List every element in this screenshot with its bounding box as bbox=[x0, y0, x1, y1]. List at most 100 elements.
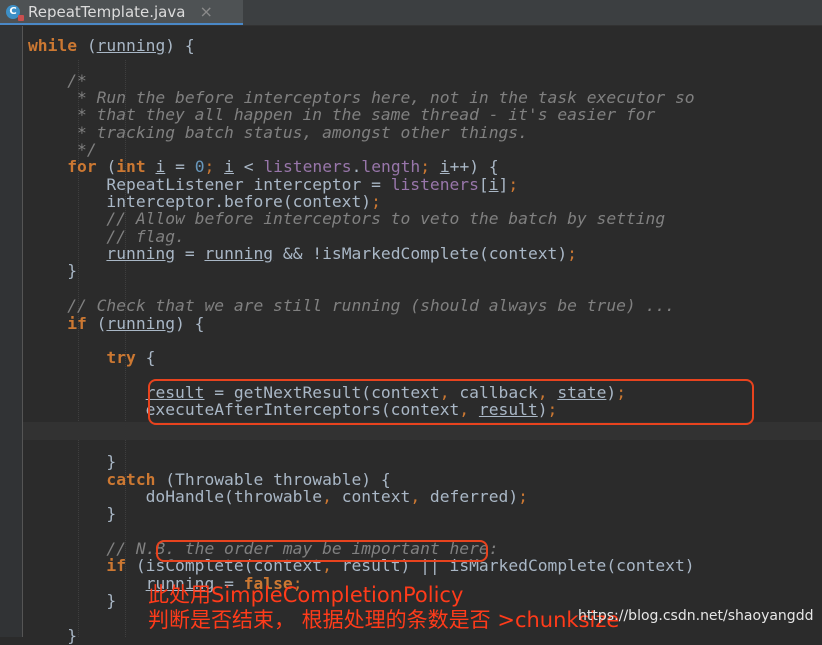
code-token: context bbox=[341, 486, 411, 506]
java-class-icon: C bbox=[6, 4, 24, 21]
code-token: running bbox=[204, 244, 274, 264]
code-token: * that they all happen in the same threa… bbox=[28, 105, 656, 125]
code-token: ) { bbox=[175, 313, 205, 333]
code-token: // flag. bbox=[28, 226, 185, 246]
code-token: listeners bbox=[390, 174, 479, 194]
tab-repeattemplate-java[interactable]: C RepeatTemplate.java × bbox=[0, 0, 243, 25]
code-token: // Check that we are still running (shou… bbox=[28, 296, 675, 316]
code-token: } bbox=[28, 591, 117, 610]
annotation-line-1: 此处用SimpleCompletionPolicy bbox=[148, 583, 464, 607]
annotation-text: 此处用SimpleCompletionPolicy 判断是否结束， 根据处理的条数… bbox=[148, 583, 619, 633]
code-token: */ bbox=[28, 140, 97, 160]
code-token: running bbox=[106, 244, 176, 264]
code-token: ; bbox=[420, 157, 440, 177]
code-token: RepeatListener interceptor = bbox=[28, 174, 391, 194]
code-line: if (running) { bbox=[28, 313, 695, 333]
code-token: , bbox=[410, 486, 430, 506]
code-token: ; bbox=[371, 192, 381, 212]
close-icon[interactable]: × bbox=[199, 2, 212, 21]
code-token: for bbox=[67, 157, 97, 177]
code-token: ; bbox=[567, 244, 577, 264]
code-token: ( bbox=[77, 36, 97, 55]
code-token: length bbox=[361, 157, 421, 177]
code-line: RepeatListener interceptor = listeners[i… bbox=[28, 176, 695, 193]
code-token: i bbox=[439, 157, 450, 177]
code-token: * tracking batch status, amongst other t… bbox=[28, 122, 528, 142]
code-token: } bbox=[28, 452, 117, 472]
code-token: ] bbox=[498, 174, 509, 194]
code-token: i bbox=[155, 157, 166, 177]
code-line: for (int i = 0; i < listeners.length; i+… bbox=[28, 158, 695, 175]
code-token: ++) { bbox=[449, 157, 499, 177]
code-token: running bbox=[96, 36, 166, 55]
code-token: listeners bbox=[263, 157, 352, 177]
code-token: = bbox=[175, 244, 205, 264]
code-token: } bbox=[28, 625, 78, 645]
code-token: [ bbox=[478, 174, 489, 194]
code-token: i bbox=[224, 157, 234, 177]
code-token: { bbox=[135, 348, 156, 368]
code-line: } bbox=[28, 505, 695, 522]
code-token: = bbox=[165, 157, 195, 177]
code-token: && !isMarkedComplete(context) bbox=[273, 244, 568, 264]
highlight-box-next-result bbox=[148, 379, 754, 425]
code-token: // Allow before interceptors to veto the… bbox=[28, 209, 666, 229]
code-line: } bbox=[28, 262, 695, 279]
code-token: . bbox=[351, 157, 362, 177]
code-token: ( bbox=[86, 313, 107, 333]
code-token: catch bbox=[106, 469, 156, 489]
code-token: ( bbox=[96, 157, 117, 177]
editor-gutter bbox=[0, 26, 23, 637]
code-line: * that they all happen in the same threa… bbox=[28, 106, 695, 123]
code-token: } bbox=[28, 504, 117, 524]
code-token: , bbox=[322, 486, 342, 506]
code-token: try bbox=[106, 348, 136, 368]
code-token: if bbox=[67, 313, 87, 333]
highlight-box-is-complete bbox=[156, 540, 488, 562]
code-line: */ bbox=[28, 141, 695, 158]
code-token: interceptor.before(context) bbox=[28, 192, 372, 212]
code-token: ) { bbox=[165, 36, 195, 55]
code-line: // Check that we are still running (shou… bbox=[28, 297, 695, 314]
code-line: ​ bbox=[28, 523, 695, 540]
code-token: < bbox=[233, 157, 264, 177]
code-line: interceptor.before(context); bbox=[28, 193, 695, 210]
code-line: } bbox=[28, 453, 695, 470]
code-line: // Allow before interceptors to veto the… bbox=[28, 210, 695, 227]
tab-title: RepeatTemplate.java bbox=[28, 2, 186, 21]
code-line: // flag. bbox=[28, 228, 695, 245]
editor-tab-bar: C RepeatTemplate.java × bbox=[0, 0, 822, 26]
code-line: running = running && !isMarkedComplete(c… bbox=[28, 245, 695, 262]
code-line: * Run the before interceptors here, not … bbox=[28, 89, 695, 106]
code-token: if bbox=[106, 556, 127, 576]
code-token: deferred) bbox=[429, 486, 519, 506]
code-token: (Throwable throwable) { bbox=[155, 469, 391, 489]
code-line: doHandle(throwable, context, deferred); bbox=[28, 488, 695, 505]
code-line: ​ bbox=[28, 332, 695, 349]
code-line: try { bbox=[28, 349, 695, 366]
code-line: while (running) { bbox=[28, 37, 695, 54]
annotation-line-2: 判断是否结束， 根据处理的条数是否 >chunksize bbox=[148, 608, 620, 632]
code-token: running bbox=[106, 313, 176, 333]
code-token: i bbox=[488, 174, 499, 194]
code-token: * Run the before interceptors here, not … bbox=[28, 88, 695, 108]
code-token: ; bbox=[508, 174, 519, 194]
code-line: ​ bbox=[28, 54, 695, 71]
code-line: ​ bbox=[28, 436, 695, 453]
code-token: doHandle(throwable bbox=[28, 486, 323, 506]
code-token: ; bbox=[518, 486, 528, 506]
code-line: ​ bbox=[28, 280, 695, 297]
code-token: while bbox=[28, 36, 78, 55]
code-token: ; bbox=[204, 157, 225, 177]
code-line: /* bbox=[28, 72, 695, 89]
code-line: catch (Throwable throwable) { bbox=[28, 469, 695, 489]
